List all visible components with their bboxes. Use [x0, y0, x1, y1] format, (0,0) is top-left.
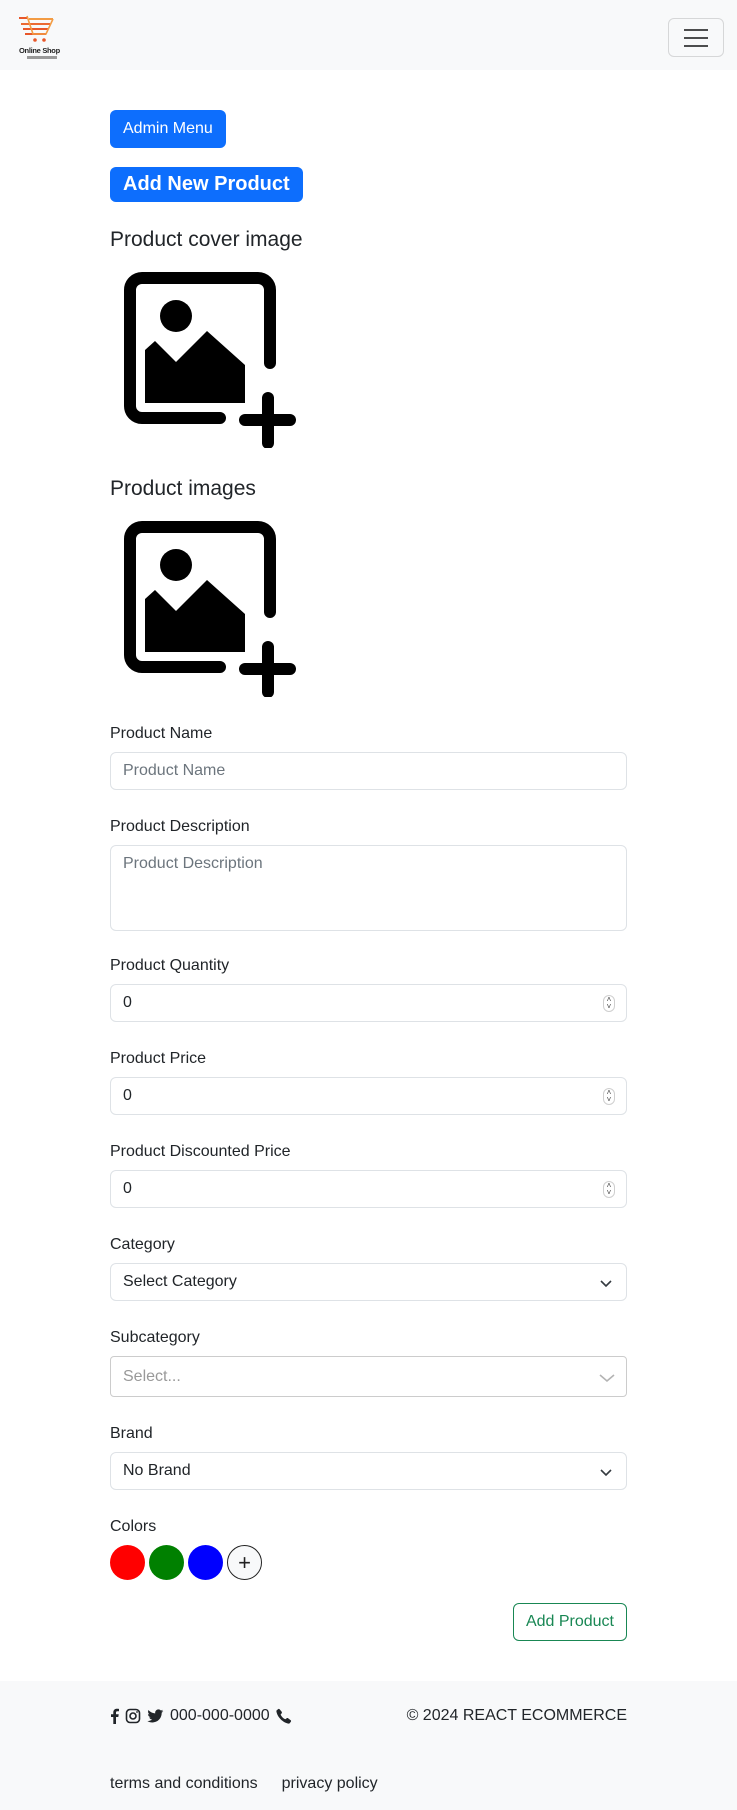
category-selected-value: Select Category: [123, 1273, 237, 1290]
navbar: Online Shop: [0, 0, 737, 70]
shopping-cart-logo-icon: [19, 15, 54, 42]
product-description-label: Product Description: [110, 818, 250, 835]
cover-image-title: Product cover image: [110, 228, 303, 251]
subcategory-select[interactable]: Select...: [110, 1356, 627, 1397]
terms-link[interactable]: terms and conditions: [110, 1775, 258, 1793]
hamburger-icon-bar: [684, 37, 708, 39]
product-quantity-input[interactable]: [123, 994, 614, 1012]
privacy-link[interactable]: privacy policy: [282, 1775, 378, 1793]
colors-label: Colors: [110, 1518, 157, 1535]
instagram-icon[interactable]: [125, 1708, 141, 1724]
chevron-down-icon[interactable]: [598, 1370, 616, 1386]
phone-icon: [276, 1708, 291, 1724]
menu-toggle-button[interactable]: [668, 18, 724, 57]
brand-select[interactable]: No Brand: [110, 1452, 627, 1490]
brand-selected-value: No Brand: [123, 1462, 191, 1479]
page-title-button[interactable]: Add New Product: [110, 167, 303, 202]
product-quantity-field: ˄˅: [110, 984, 627, 1022]
discounted-price-stepper[interactable]: ˄ ˅: [603, 1181, 615, 1198]
product-images-upload-icon[interactable]: [120, 517, 300, 697]
product-description-textarea[interactable]: [123, 855, 614, 925]
product-quantity-label: Product Quantity: [110, 957, 230, 974]
color-swatches: +: [110, 1545, 627, 1580]
product-price-field: ˄˅: [110, 1077, 627, 1115]
copyright-text: © 2024 REACT ECOMMERCE: [406, 1707, 627, 1724]
product-discounted-price-input[interactable]: [123, 1180, 614, 1198]
quantity-stepper[interactable]: ˄ ˅: [603, 995, 615, 1012]
logo-tagline: [27, 56, 57, 59]
category-label: Category: [110, 1236, 175, 1253]
color-swatch-blue[interactable]: [188, 1545, 223, 1580]
price-stepper[interactable]: ˄ ˅: [603, 1088, 615, 1105]
plus-icon: +: [238, 1549, 251, 1575]
product-images-title: Product images: [110, 477, 256, 500]
chevron-down-icon: [600, 1280, 612, 1288]
subcategory-label: Subcategory: [110, 1329, 200, 1346]
product-discounted-price-label: Product Discounted Price: [110, 1143, 291, 1160]
brand-label: Brand: [110, 1425, 153, 1442]
product-price-label: Product Price: [110, 1050, 207, 1067]
color-swatch-red[interactable]: [110, 1545, 145, 1580]
footer: 000-000-0000 © 2024 REACT ECOMMERCE term…: [0, 1681, 737, 1810]
category-select[interactable]: Select Category: [110, 1263, 627, 1301]
product-name-label: Product Name: [110, 725, 213, 742]
admin-menu-button[interactable]: Admin Menu: [110, 110, 226, 148]
phone-number: 000-000-0000: [170, 1707, 270, 1724]
main-content: Admin Menu Add New Product Product cover…: [110, 70, 627, 1641]
product-description-field: [110, 845, 627, 931]
add-color-button[interactable]: +: [227, 1545, 262, 1580]
product-name-field: [110, 752, 627, 790]
twitter-icon[interactable]: [147, 1708, 164, 1724]
chevron-down-icon: [600, 1469, 612, 1477]
facebook-icon[interactable]: [110, 1708, 119, 1724]
logo[interactable]: Online Shop: [17, 14, 63, 64]
hamburger-icon-bar: [684, 45, 708, 47]
hamburger-icon-bar: [684, 29, 708, 31]
subcategory-placeholder: Select...: [123, 1367, 181, 1385]
product-name-input[interactable]: [123, 762, 614, 780]
product-discounted-price-field: ˄˅: [110, 1170, 627, 1208]
color-swatch-green[interactable]: [149, 1545, 184, 1580]
cover-image-upload-icon[interactable]: [120, 268, 300, 448]
logo-text: Online Shop: [19, 46, 60, 55]
product-price-input[interactable]: [123, 1087, 614, 1105]
add-product-button[interactable]: Add Product: [512, 1603, 627, 1641]
